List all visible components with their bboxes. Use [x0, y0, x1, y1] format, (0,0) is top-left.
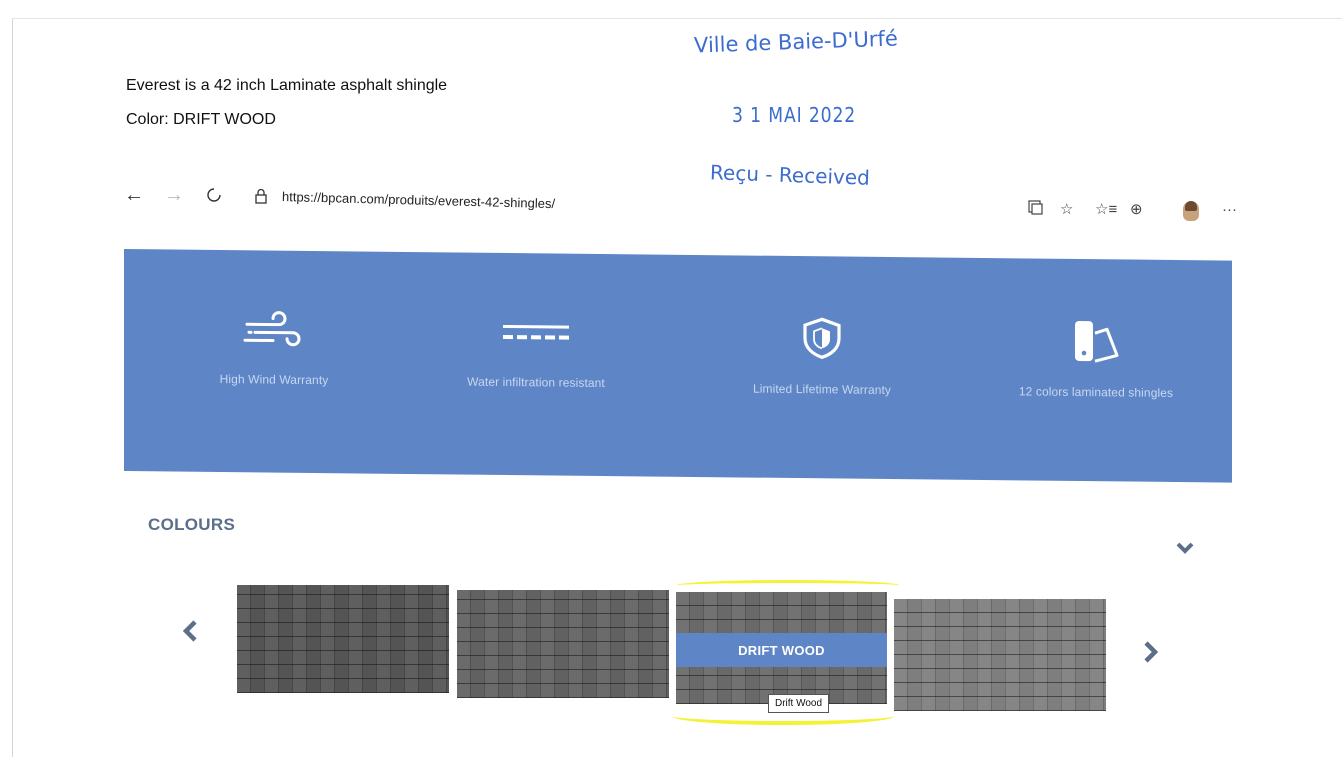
feature-label: Water infiltration resistant	[467, 374, 605, 391]
feature-label: High Wind Warranty	[219, 372, 329, 388]
profile-avatar[interactable]	[1183, 201, 1199, 221]
lock-icon	[254, 186, 268, 210]
highlight-mark	[676, 580, 900, 591]
selected-colour-label: DRIFT WOOD	[676, 633, 887, 667]
carousel-next-button[interactable]	[1143, 641, 1159, 668]
feature-color-options: 12 colors laminated shingles	[966, 318, 1226, 401]
feature-water-resistant: Water infiltration resistant	[406, 312, 666, 391]
color-swatch-icon	[966, 318, 1226, 365]
forward-arrow-icon[interactable]: →	[164, 183, 184, 207]
feature-high-wind: High Wind Warranty	[144, 309, 404, 388]
favorites-list-icon[interactable]: ☆≡	[1095, 200, 1117, 220]
colour-swatch[interactable]	[457, 590, 669, 698]
feature-label: Limited Lifetime Warranty	[752, 381, 892, 398]
received-stamp-date: 3 1 MAI 2022	[732, 103, 857, 127]
collections-icon[interactable]: ⊕	[1130, 200, 1143, 220]
water-layer-icon	[406, 312, 666, 355]
more-options-icon[interactable]: ···	[1222, 200, 1237, 220]
colours-heading: COLOURS	[148, 515, 236, 534]
wind-icon	[144, 309, 404, 352]
favorite-star-icon[interactable]: ☆	[1060, 200, 1073, 220]
refresh-icon[interactable]	[206, 186, 222, 210]
chevron-down-icon[interactable]	[1175, 540, 1195, 561]
feature-banner: High Wind Warranty Water infiltration re…	[124, 249, 1232, 483]
address-bar-url[interactable]: https://bpcan.com/produits/everest-42-sh…	[282, 189, 555, 211]
page-top-border	[12, 18, 1342, 19]
back-arrow-icon[interactable]: ←	[124, 183, 144, 207]
product-description: Everest is a 42 inch Laminate asphalt sh…	[126, 77, 448, 94]
received-stamp-city: Ville de Baie-D'Urfé	[693, 26, 899, 58]
feature-label: 12 colors laminated shingles	[1018, 384, 1174, 400]
colour-swatch[interactable]	[894, 599, 1106, 711]
carousel-prev-button[interactable]	[182, 620, 198, 647]
colour-tooltip: Drift Wood	[768, 694, 830, 713]
product-color-line: Color: DRIFT WOOD	[126, 111, 276, 128]
page-left-border	[12, 18, 13, 757]
received-stamp-label: Reçu - Received	[709, 160, 871, 190]
shield-icon	[692, 315, 952, 362]
immersive-reader-icon[interactable]	[1028, 200, 1043, 221]
feature-lifetime-warranty: Limited Lifetime Warranty	[692, 315, 952, 398]
colour-swatch[interactable]	[237, 585, 449, 693]
